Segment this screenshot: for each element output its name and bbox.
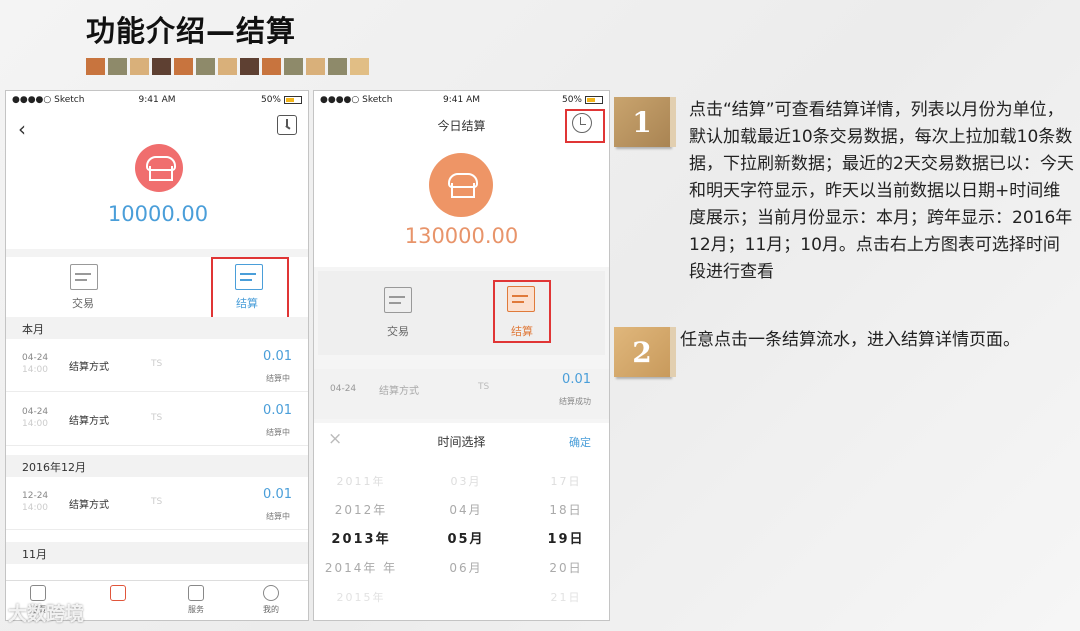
grid-icon bbox=[188, 585, 204, 601]
nav-settlement[interactable] bbox=[98, 585, 138, 604]
row-ts: TS bbox=[151, 497, 163, 507]
step-1-description: 点击“结算”可查看结算详情，列表以月份为单位，默认加载最近10条交易数据，每次上… bbox=[689, 100, 1074, 282]
color-swatch bbox=[240, 58, 259, 75]
settlement-row[interactable]: 04-24 结算方式 TS 0.01 结算成功 bbox=[314, 369, 609, 419]
color-swatch bbox=[86, 58, 105, 75]
phone-time-picker: ●●●●○ Sketch 9:41 AM 50% 今日结算 130000.00 … bbox=[313, 90, 610, 621]
watermark-logo: 大数跨境 bbox=[8, 603, 85, 625]
battery-percent: 50% bbox=[260, 95, 281, 105]
back-arrow-icon[interactable]: ‹ bbox=[18, 117, 26, 141]
step-2-description: 任意点击一条结算流水，进入结算详情页面。 bbox=[680, 330, 1020, 350]
color-swatch bbox=[328, 58, 347, 75]
status-bar: ●●●●○ Sketch 9:41 AM 50% bbox=[314, 91, 609, 109]
picker-title: 时间选择 bbox=[437, 435, 486, 449]
transaction-tab-icon[interactable] bbox=[70, 264, 98, 290]
color-swatch bbox=[350, 58, 369, 75]
color-swatch bbox=[152, 58, 171, 75]
battery-icon bbox=[284, 96, 302, 104]
nav-service[interactable]: 服务 bbox=[176, 585, 216, 615]
month-header: 本月 bbox=[6, 317, 308, 339]
color-swatch bbox=[284, 58, 303, 75]
row-amount: 0.01 bbox=[263, 487, 292, 502]
time-picker: × 时间选择 确定 2011年 2012年 2013年 2014年 年 2015… bbox=[314, 423, 609, 620]
yen-icon bbox=[110, 585, 126, 601]
tab-transaction[interactable]: 交易 bbox=[387, 323, 409, 339]
row-method: 结算方式 bbox=[69, 416, 109, 427]
row-amount: 0.01 bbox=[263, 349, 292, 364]
row-date: 04-24 bbox=[330, 384, 357, 394]
row-date: 04-24 14:00 bbox=[22, 353, 49, 375]
battery-indicator: 50% bbox=[261, 95, 302, 105]
highlight-box bbox=[565, 109, 605, 143]
row-method: 结算方式 bbox=[379, 386, 419, 397]
month-header: 11月 bbox=[6, 542, 308, 564]
row-date: 12-24 14:00 bbox=[22, 491, 49, 513]
settlement-row[interactable]: 12-24 14:00 结算方式 TS 0.01 结算中 bbox=[6, 477, 308, 530]
battery-percent: 50% bbox=[561, 95, 582, 105]
status-bar: ●●●●○ Sketch 9:41 AM 50% bbox=[6, 91, 308, 109]
day-wheel[interactable]: 17日 18日 19日 20日 21日 bbox=[521, 467, 609, 612]
shop-avatar bbox=[429, 153, 493, 217]
balance-amount: 10000.00 bbox=[107, 202, 209, 226]
year-wheel[interactable]: 2011年 2012年 2013年 2014年 年 2015年 bbox=[316, 467, 406, 612]
color-swatch bbox=[218, 58, 237, 75]
color-swatch bbox=[174, 58, 193, 75]
battery-icon bbox=[585, 96, 603, 104]
battery-indicator: 50% bbox=[562, 95, 603, 105]
nav-mine[interactable]: 我的 bbox=[251, 585, 291, 615]
tab-panel bbox=[318, 271, 605, 355]
row-ts: TS bbox=[151, 413, 163, 423]
phone-settlement-list: ●●●●○ Sketch 9:41 AM 50% ‹ 10000.00 交易 结… bbox=[5, 90, 309, 621]
row-method: 结算方式 bbox=[69, 362, 109, 373]
shop-icon bbox=[448, 173, 478, 198]
carrier-signal: ●●●●○ Sketch bbox=[12, 95, 85, 105]
color-swatch bbox=[108, 58, 127, 75]
row-method: 结算方式 bbox=[69, 500, 109, 511]
row-ts: TS bbox=[478, 382, 490, 392]
carrier-signal: ●●●●○ Sketch bbox=[320, 95, 393, 105]
transaction-tab-icon[interactable] bbox=[384, 287, 412, 313]
row-status: 结算中 bbox=[266, 374, 290, 383]
row-status: 结算中 bbox=[266, 512, 290, 521]
month-wheel[interactable]: 03月 04月 05月 06月 bbox=[421, 467, 511, 612]
shop-avatar bbox=[135, 144, 183, 192]
step-number-1: 1 bbox=[614, 97, 676, 147]
settlement-row[interactable]: 04-24 14:00 结算方式 TS 0.01 结算中 bbox=[6, 339, 308, 392]
confirm-button[interactable]: 确定 bbox=[569, 434, 591, 450]
tab-transaction[interactable]: 交易 bbox=[72, 295, 94, 311]
shop-icon bbox=[146, 156, 176, 181]
row-amount: 0.01 bbox=[562, 372, 591, 387]
row-date: 04-24 14:00 bbox=[22, 407, 49, 429]
row-status: 结算中 bbox=[266, 428, 290, 437]
highlight-box bbox=[211, 257, 289, 321]
user-icon bbox=[263, 585, 279, 601]
row-ts: TS bbox=[151, 359, 163, 369]
color-swatch bbox=[196, 58, 215, 75]
highlight-box bbox=[493, 280, 551, 343]
settlement-row[interactable]: 04-24 14:00 结算方式 TS 0.01 结算中 bbox=[6, 393, 308, 446]
color-swatch bbox=[130, 58, 149, 75]
today-amount: 130000.00 bbox=[404, 224, 519, 248]
month-header: 2016年12月 bbox=[6, 455, 308, 477]
color-swatch bbox=[306, 58, 325, 75]
color-swatch bbox=[262, 58, 281, 75]
calendar-clock-icon[interactable] bbox=[277, 115, 297, 135]
step-number-2: 2 bbox=[614, 327, 676, 377]
slide-title: 功能介绍—结算 bbox=[86, 14, 297, 48]
row-amount: 0.01 bbox=[263, 403, 292, 418]
color-swatch-bar bbox=[86, 58, 369, 75]
row-status: 结算成功 bbox=[559, 397, 591, 406]
divider bbox=[6, 249, 308, 257]
